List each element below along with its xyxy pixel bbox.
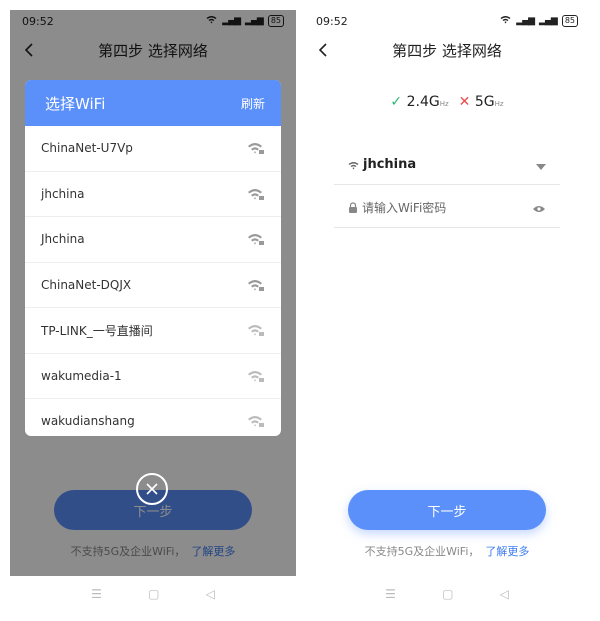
frequency-support: ✓ 2.4GHz ✕ 5GHz	[304, 94, 590, 110]
wifi-icon	[348, 155, 359, 174]
battery-icon: 85	[561, 15, 578, 27]
page-title: 第四步 选择网络	[392, 41, 502, 60]
freq-unit: Hz	[494, 100, 504, 108]
system-nav-bar: ☰ ▢ ◁	[304, 582, 590, 606]
wifi-locked-icon	[247, 323, 265, 337]
back-triangle-icon[interactable]: ◁	[500, 587, 509, 601]
wifi-list-item[interactable]: ChinaNet-U7Vp	[25, 126, 281, 172]
ssid-left: jhchina	[348, 155, 416, 174]
refresh-button[interactable]: 刷新	[241, 95, 265, 112]
system-nav-bar: ☰ ▢ ◁	[10, 582, 296, 606]
wifi-locked-icon	[247, 369, 265, 383]
home-icon[interactable]: ▢	[442, 587, 453, 601]
wifi-status-icon	[500, 15, 511, 27]
right-phone-screen: 09:52 ▂▄▆ ▂▄▆ 85 第四步 选择网络 ✓ 2.4GHz ✕ 5GH…	[304, 10, 590, 576]
back-triangle-icon[interactable]: ◁	[206, 587, 215, 601]
modal-header: 选择WiFi 刷新	[25, 80, 281, 126]
cross-icon: ✕	[458, 94, 471, 110]
wifi-list-item[interactable]: Jhchina	[25, 217, 281, 263]
close-icon[interactable]	[136, 473, 168, 505]
wifi-locked-icon	[247, 278, 265, 292]
wifi-ssid: Jhchina	[41, 232, 85, 247]
wifi-ssid: jhchina	[41, 186, 85, 201]
pwd-left	[348, 198, 492, 217]
freq-5g: ✕ 5GHz	[459, 94, 504, 110]
signal-icon-2: ▂▄▆	[539, 16, 558, 26]
wifi-locked-icon	[247, 187, 265, 201]
signal-icon: ▂▄▆	[516, 16, 535, 26]
left-phone-screen: 09:52 ▂▄▆ ▂▄▆ 85 第四步 选择网络 下一步 不支持5G及企业Wi…	[10, 10, 296, 576]
menu-icon[interactable]: ☰	[91, 587, 102, 601]
wifi-list-item[interactable]: wakumedia-1	[25, 354, 281, 399]
wifi-list-item[interactable]: ChinaNet-DQJX	[25, 263, 281, 308]
status-icons: ▂▄▆ ▂▄▆ 85	[500, 15, 578, 27]
freq-5g-label: 5G	[474, 94, 495, 110]
learn-more-link[interactable]: 了解更多	[485, 545, 529, 558]
wifi-locked-icon	[247, 414, 265, 428]
modal-title: 选择WiFi	[45, 94, 106, 113]
check-icon: ✓	[390, 94, 403, 110]
wifi-ssid: wakumedia-1	[41, 368, 122, 383]
freq-unit: Hz	[439, 100, 449, 108]
menu-icon[interactable]: ☰	[385, 587, 396, 601]
ssid-select[interactable]: jhchina	[334, 145, 560, 185]
lock-icon	[348, 198, 358, 217]
home-icon[interactable]: ▢	[148, 587, 159, 601]
wifi-ssid: ChinaNet-DQJX	[41, 277, 132, 292]
wifi-locked-icon	[247, 141, 265, 155]
freq-24g-label: 2.4G	[406, 94, 440, 110]
wifi-list: ChinaNet-U7Vp jhchina Jhchina ChinaNet-D…	[25, 126, 281, 436]
wifi-ssid: ChinaNet-U7Vp	[41, 141, 133, 156]
wifi-ssid: TP-LINK_一号直播间	[41, 323, 153, 338]
status-bar: 09:52 ▂▄▆ ▂▄▆ 85	[304, 10, 590, 32]
password-field[interactable]	[334, 188, 560, 228]
password-input[interactable]	[362, 200, 492, 215]
wifi-select-modal: 选择WiFi 刷新 ChinaNet-U7Vp jhchina Jhchina …	[25, 80, 281, 436]
nav-bar: 第四步 选择网络	[304, 32, 590, 68]
wifi-list-item[interactable]: TP-LINK_一号直播间	[25, 308, 281, 354]
chevron-left-icon[interactable]	[314, 40, 332, 60]
wifi-list-item[interactable]: jhchina	[25, 172, 281, 217]
wifi-locked-icon	[247, 232, 265, 246]
next-button[interactable]: 下一步	[348, 490, 546, 530]
freq-24g: ✓ 2.4GHz	[390, 94, 448, 110]
footnote: 不支持5G及企业WiFi， 了解更多	[304, 543, 590, 559]
wifi-list-item[interactable]: wakudianshang	[25, 399, 281, 436]
caret-down-icon[interactable]	[536, 155, 546, 174]
footnote-text: 不支持5G及企业WiFi，	[364, 545, 480, 558]
ssid-value: jhchina	[363, 157, 417, 172]
eye-icon[interactable]	[532, 198, 546, 217]
status-time: 09:52	[316, 14, 348, 28]
wifi-ssid: wakudianshang	[41, 414, 135, 429]
